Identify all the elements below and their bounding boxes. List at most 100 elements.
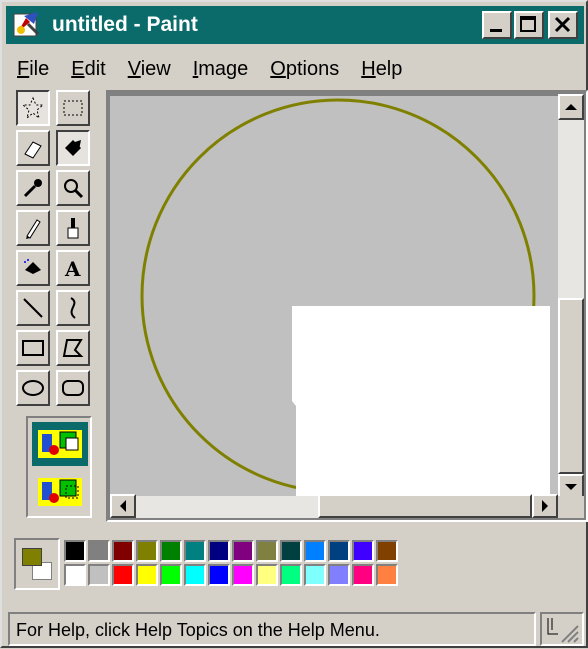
palette-swatch[interactable] [160, 540, 182, 562]
horizontal-scroll-thumb[interactable] [318, 494, 532, 518]
palette-swatch[interactable] [112, 564, 134, 586]
opaque-selection-option[interactable] [32, 422, 88, 466]
ellipse-icon [22, 380, 44, 396]
palette-swatch[interactable] [280, 564, 302, 586]
magnifier-icon [64, 179, 84, 199]
arrow-right-icon [542, 500, 548, 512]
eraser-icon [24, 141, 42, 159]
tool-airbrush[interactable] [16, 250, 50, 286]
palette-swatch[interactable] [184, 564, 206, 586]
tool-curve[interactable] [56, 290, 90, 326]
tool-free-form-select[interactable] [16, 90, 50, 126]
tool-polygon[interactable] [56, 330, 90, 366]
palette-swatch[interactable] [280, 540, 302, 562]
tool-pick-color[interactable] [16, 170, 50, 206]
tool-fill-with-color[interactable] [56, 130, 90, 166]
palette-swatch[interactable] [88, 540, 110, 562]
transparent-selection-option[interactable] [32, 470, 88, 514]
palette-swatch[interactable] [376, 564, 398, 586]
menu-help[interactable]: Help [350, 58, 413, 81]
title-bar[interactable]: untitled - Paint [6, 6, 584, 44]
palette-swatch[interactable] [64, 540, 86, 562]
menu-edit[interactable]: Edit [60, 58, 116, 81]
maximize-button[interactable] [514, 11, 544, 39]
arrow-down-icon [565, 484, 577, 490]
close-icon [554, 16, 571, 33]
palette-swatch[interactable] [328, 540, 350, 562]
current-colors [14, 538, 60, 590]
palette-swatch[interactable] [88, 564, 110, 586]
palette-swatch[interactable] [304, 564, 326, 586]
tool-rectangle[interactable] [16, 330, 50, 366]
minimize-button[interactable] [482, 11, 512, 39]
palette-swatch[interactable] [256, 540, 278, 562]
vertical-scrollbar[interactable] [558, 94, 584, 500]
drawing-canvas[interactable] [110, 96, 558, 500]
palette-swatch[interactable] [376, 540, 398, 562]
tool-line[interactable] [16, 290, 50, 326]
minimize-icon [490, 29, 502, 32]
rounded-rectangle-icon [62, 380, 84, 396]
menu-view[interactable]: View [117, 58, 182, 81]
text-icon: A [64, 257, 81, 280]
tool-eraser[interactable] [16, 130, 50, 166]
tool-pencil[interactable] [16, 210, 50, 246]
palette-swatch[interactable] [208, 540, 230, 562]
palette-swatch[interactable] [64, 564, 86, 586]
paint-window: untitled - Paint File Edit View Image Op… [0, 0, 588, 648]
toolbox: A [16, 90, 94, 520]
palette-swatch[interactable] [232, 540, 254, 562]
window-title: untitled - Paint [52, 13, 198, 36]
menu-bar: File Edit View Image Options Help [6, 52, 584, 86]
tool-select[interactable] [56, 90, 90, 126]
arrow-up-icon [565, 104, 577, 110]
menu-image[interactable]: Image [182, 58, 260, 81]
palette-swatch[interactable] [304, 540, 326, 562]
menu-options[interactable]: Options [259, 58, 350, 81]
palette-swatch[interactable] [232, 564, 254, 586]
canvas-drawing [140, 98, 550, 496]
foreground-color-swatch [22, 548, 42, 566]
palette-swatch[interactable] [256, 564, 278, 586]
menu-file[interactable]: File [6, 58, 60, 81]
opaque-selection-icon [38, 430, 82, 458]
palette-swatch[interactable] [184, 540, 206, 562]
color-palette [14, 538, 424, 590]
resize-grip-icon[interactable] [542, 614, 582, 644]
palette-swatch[interactable] [136, 540, 158, 562]
pencil-icon [26, 219, 41, 239]
palette-swatch[interactable] [208, 564, 230, 586]
tool-ellipse[interactable] [16, 370, 50, 406]
horizontal-scrollbar[interactable] [110, 494, 558, 518]
polygon-icon [62, 339, 84, 357]
transparent-selection-icon [38, 478, 82, 506]
rectangle-icon [22, 340, 44, 356]
scroll-left-button[interactable] [110, 494, 136, 518]
scrollbar-corner [558, 496, 584, 518]
palette-swatch[interactable] [112, 540, 134, 562]
palette-swatch[interactable] [160, 564, 182, 586]
pasted-selection [292, 306, 550, 496]
scroll-right-button[interactable] [532, 494, 558, 518]
star-select-icon [21, 96, 45, 120]
line-icon [23, 298, 43, 318]
arrow-left-icon [120, 500, 126, 512]
status-bar: For Help, click Help Topics on the Help … [8, 612, 536, 646]
status-bar-coordinates [540, 612, 584, 646]
tool-brush[interactable] [56, 210, 90, 246]
brush-icon [67, 218, 79, 239]
paint-app-icon[interactable] [12, 10, 42, 40]
palette-swatch[interactable] [136, 564, 158, 586]
canvas-frame [106, 90, 588, 522]
palette-swatch[interactable] [328, 564, 350, 586]
tool-magnifier[interactable] [56, 170, 90, 206]
maximize-icon [520, 16, 536, 32]
tool-text[interactable]: A [56, 250, 90, 286]
close-button[interactable] [548, 11, 578, 39]
palette-swatch[interactable] [352, 564, 374, 586]
palette-swatch[interactable] [352, 540, 374, 562]
tool-rounded-rectangle[interactable] [56, 370, 90, 406]
scroll-up-button[interactable] [558, 94, 584, 120]
airbrush-icon [24, 259, 41, 274]
vertical-scroll-thumb[interactable] [558, 298, 584, 474]
